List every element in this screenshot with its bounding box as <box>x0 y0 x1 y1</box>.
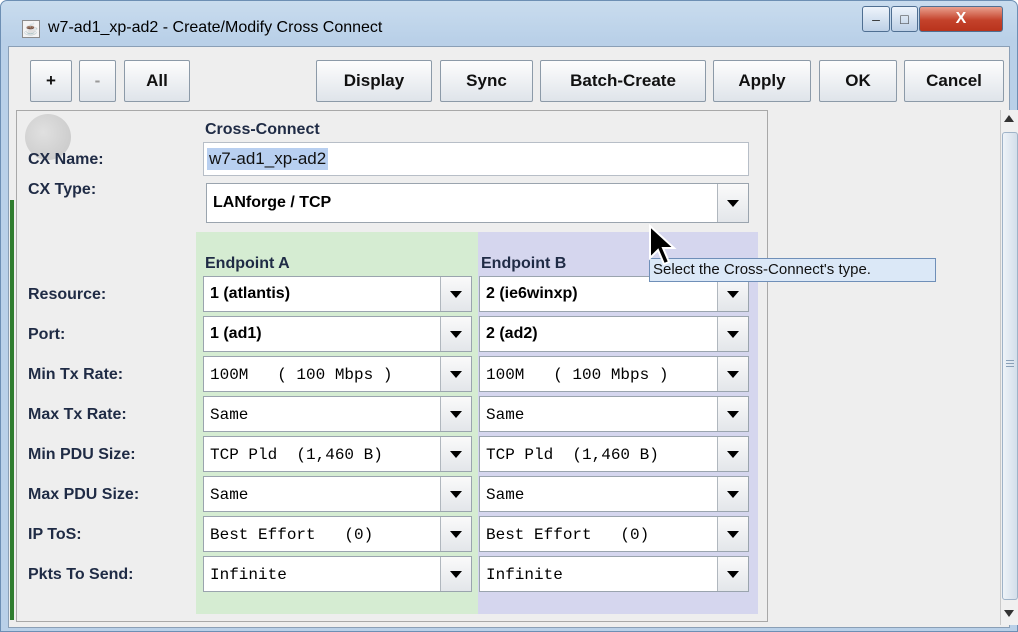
batch-create-button[interactable]: Batch-Create <box>540 60 706 102</box>
min-pdu-size-b-select[interactable]: TCP Pld (1,460 B) <box>479 436 749 472</box>
chevron-down-icon[interactable] <box>440 437 471 471</box>
endpoint-a-title: Endpoint A <box>205 255 290 272</box>
min-tx-rate-label: Min Tx Rate: <box>28 366 124 383</box>
max-pdu-size-label: Max PDU Size: <box>28 486 140 503</box>
chevron-down-icon[interactable] <box>440 357 471 391</box>
cx-type-select[interactable]: LANforge / TCP <box>206 183 749 223</box>
cx-name-value: w7-ad1_xp-ad2 <box>207 148 329 170</box>
endpoint-b-title: Endpoint B <box>481 255 567 272</box>
window-title: w7-ad1_xp-ad2 - Create/Modify Cross Conn… <box>48 19 383 36</box>
cx-name-input[interactable]: w7-ad1_xp-ad2 <box>203 142 749 176</box>
ip-tos-b-value: Best Effort (0) <box>486 526 650 544</box>
chevron-down-icon[interactable] <box>440 557 471 591</box>
chevron-down-icon[interactable] <box>440 317 471 351</box>
max-pdu-size-a-value: Same <box>210 486 249 504</box>
min-pdu-size-label: Min PDU Size: <box>28 446 136 463</box>
add-button[interactable]: + <box>30 60 72 102</box>
min-pdu-size-a-select[interactable]: TCP Pld (1,460 B) <box>203 436 472 472</box>
chevron-down-icon[interactable] <box>440 477 471 511</box>
scroll-up-icon[interactable] <box>1004 115 1014 122</box>
max-tx-rate-b-select[interactable]: Same <box>479 396 749 432</box>
min-tx-rate-a-value: 100M ( 100 Mbps ) <box>210 366 393 384</box>
min-tx-rate-a-select[interactable]: 100M ( 100 Mbps ) <box>203 356 472 392</box>
min-pdu-size-a-value: TCP Pld (1,460 B) <box>210 446 383 464</box>
java-app-icon: ☕ <box>22 20 40 38</box>
chevron-down-icon[interactable] <box>717 477 748 511</box>
min-tx-rate-b-value: 100M ( 100 Mbps ) <box>486 366 669 384</box>
grip-icon <box>1006 360 1014 361</box>
apply-button[interactable]: Apply <box>713 60 811 102</box>
mouse-pointer-icon <box>649 224 677 266</box>
port-b-select[interactable]: 2 (ad2) <box>479 316 749 352</box>
max-pdu-size-b-value: Same <box>486 486 525 504</box>
sync-button[interactable]: Sync <box>440 60 533 102</box>
resource-a-value: 1 (atlantis) <box>210 285 291 302</box>
max-tx-rate-a-value: Same <box>210 406 249 424</box>
scroll-down-icon[interactable] <box>1004 610 1014 617</box>
side-stripe <box>10 200 14 620</box>
pkts-to-send-a-value: Infinite <box>210 566 287 584</box>
minimize-button[interactable]: ‒ <box>862 6 890 32</box>
ip-tos-a-value: Best Effort (0) <box>210 526 374 544</box>
chevron-down-icon[interactable] <box>717 557 748 591</box>
ip-tos-a-select[interactable]: Best Effort (0) <box>203 516 472 552</box>
chevron-down-icon[interactable] <box>717 397 748 431</box>
chevron-down-icon[interactable] <box>440 397 471 431</box>
maximize-button[interactable]: □ <box>891 6 918 32</box>
pkts-to-send-b-value: Infinite <box>486 566 563 584</box>
max-tx-rate-b-value: Same <box>486 406 525 424</box>
cx-type-label: CX Type: <box>28 181 97 198</box>
ip-tos-b-select[interactable]: Best Effort (0) <box>479 516 749 552</box>
pkts-to-send-b-select[interactable]: Infinite <box>479 556 749 592</box>
resource-label: Resource: <box>28 286 107 303</box>
chevron-down-icon[interactable] <box>717 437 748 471</box>
max-pdu-size-b-select[interactable]: Same <box>479 476 749 512</box>
resource-a-select[interactable]: 1 (atlantis) <box>203 276 472 312</box>
chevron-down-icon[interactable] <box>717 517 748 551</box>
pkts-to-send-label: Pkts To Send: <box>28 566 134 583</box>
close-button[interactable]: X <box>919 6 1003 32</box>
port-a-value: 1 (ad1) <box>210 325 262 342</box>
cancel-button[interactable]: Cancel <box>904 60 1004 102</box>
remove-button[interactable]: - <box>79 60 116 102</box>
min-pdu-size-b-value: TCP Pld (1,460 B) <box>486 446 659 464</box>
ok-button[interactable]: OK <box>819 60 897 102</box>
scrollbar-thumb[interactable] <box>1002 132 1018 600</box>
max-tx-rate-label: Max Tx Rate: <box>28 406 127 423</box>
cx-type-tooltip: Select the Cross-Connect's type. <box>649 258 936 282</box>
cx-name-label: CX Name: <box>28 151 104 168</box>
chevron-down-icon[interactable] <box>440 277 471 311</box>
display-button[interactable]: Display <box>316 60 432 102</box>
port-label: Port: <box>28 326 66 343</box>
resource-b-value: 2 (ie6winxp) <box>486 285 578 302</box>
max-pdu-size-a-select[interactable]: Same <box>203 476 472 512</box>
max-tx-rate-a-select[interactable]: Same <box>203 396 472 432</box>
min-tx-rate-b-select[interactable]: 100M ( 100 Mbps ) <box>479 356 749 392</box>
port-b-value: 2 (ad2) <box>486 325 538 342</box>
chevron-down-icon[interactable] <box>717 184 748 222</box>
chevron-down-icon[interactable] <box>717 317 748 351</box>
ip-tos-label: IP ToS: <box>28 526 82 543</box>
cx-type-value: LANforge / TCP <box>213 194 332 211</box>
chevron-down-icon[interactable] <box>717 277 748 311</box>
pkts-to-send-a-select[interactable]: Infinite <box>203 556 472 592</box>
chevron-down-icon[interactable] <box>717 357 748 391</box>
all-button[interactable]: All <box>124 60 190 102</box>
chevron-down-icon[interactable] <box>440 517 471 551</box>
port-a-select[interactable]: 1 (ad1) <box>203 316 472 352</box>
cross-connect-title: Cross-Connect <box>205 121 320 138</box>
